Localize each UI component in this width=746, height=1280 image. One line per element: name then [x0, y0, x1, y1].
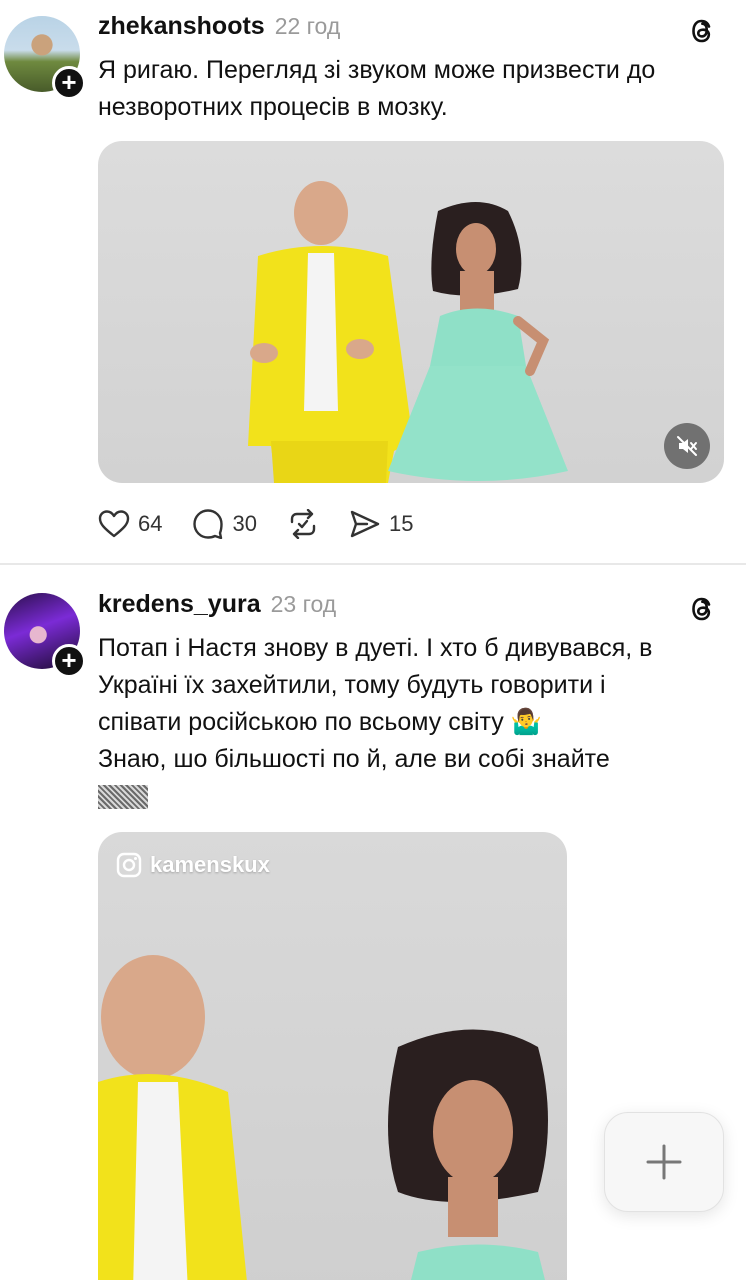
- heart-icon: [98, 510, 130, 538]
- comment-icon: [193, 509, 224, 539]
- repost-icon: [290, 509, 316, 539]
- post-divider: [0, 563, 746, 565]
- post-text-line: співати російською по всьому світу 🤷‍♂️: [98, 708, 542, 736]
- new-thread-button[interactable]: [604, 1112, 724, 1212]
- video-frame: [248, 181, 568, 483]
- post-text-line: Потап і Настя знову в дуеті. І хто б див…: [98, 634, 653, 662]
- reply-button[interactable]: 30: [192, 509, 257, 539]
- speaker-muted-icon: [677, 436, 697, 456]
- censored-content: [98, 778, 728, 815]
- post-text-line: Україні їх захейтили, тому будуть говори…: [98, 671, 606, 699]
- repost-button[interactable]: [287, 509, 319, 539]
- post-video[interactable]: [98, 141, 724, 483]
- post-video[interactable]: kamenskux: [98, 832, 567, 1280]
- post-header: kredens_yura 23 год: [98, 590, 336, 622]
- thread-post: + zhekanshoots 22 год Я ригаю. Перегляд …: [0, 0, 746, 565]
- mute-toggle-button[interactable]: [664, 423, 710, 469]
- watermark-handle: kamenskux: [150, 852, 270, 877]
- username[interactable]: kredens_yura: [98, 590, 261, 619]
- post-time: 23 год: [270, 591, 337, 617]
- follow-plus-icon[interactable]: +: [52, 66, 86, 100]
- like-button[interactable]: 64: [98, 509, 162, 539]
- post-time: 22 год: [274, 13, 341, 39]
- like-count: 64: [138, 511, 163, 536]
- share-button[interactable]: 15: [349, 509, 413, 539]
- instagram-icon: [116, 852, 142, 878]
- threads-logo-icon[interactable]: [688, 16, 718, 46]
- video-frame: [98, 955, 548, 1280]
- post-actions: 64 30 15: [98, 504, 443, 544]
- post-text: Я ригаю. Перегляд зі звуком може призвес…: [98, 52, 728, 126]
- reply-count: 30: [232, 511, 257, 536]
- send-icon: [350, 510, 380, 538]
- censor-block: [98, 785, 148, 810]
- watermark: kamenskux: [116, 852, 270, 878]
- post-text-line: Я ригаю. Перегляд зі звуком може призвес…: [98, 56, 656, 84]
- threads-logo-icon[interactable]: [688, 594, 718, 624]
- post-header: zhekanshoots 22 год: [98, 12, 340, 44]
- post-text-line: Знаю, шо більшості по й, але ви собі зна…: [98, 745, 610, 773]
- post-text: Потап і Настя знову в дуеті. І хто б див…: [98, 630, 728, 815]
- username[interactable]: zhekanshoots: [98, 12, 265, 41]
- post-text-line: незворотних процесів в мозку.: [98, 93, 448, 121]
- plus-icon: [646, 1144, 682, 1180]
- follow-plus-icon[interactable]: +: [52, 644, 86, 678]
- share-count: 15: [388, 511, 414, 536]
